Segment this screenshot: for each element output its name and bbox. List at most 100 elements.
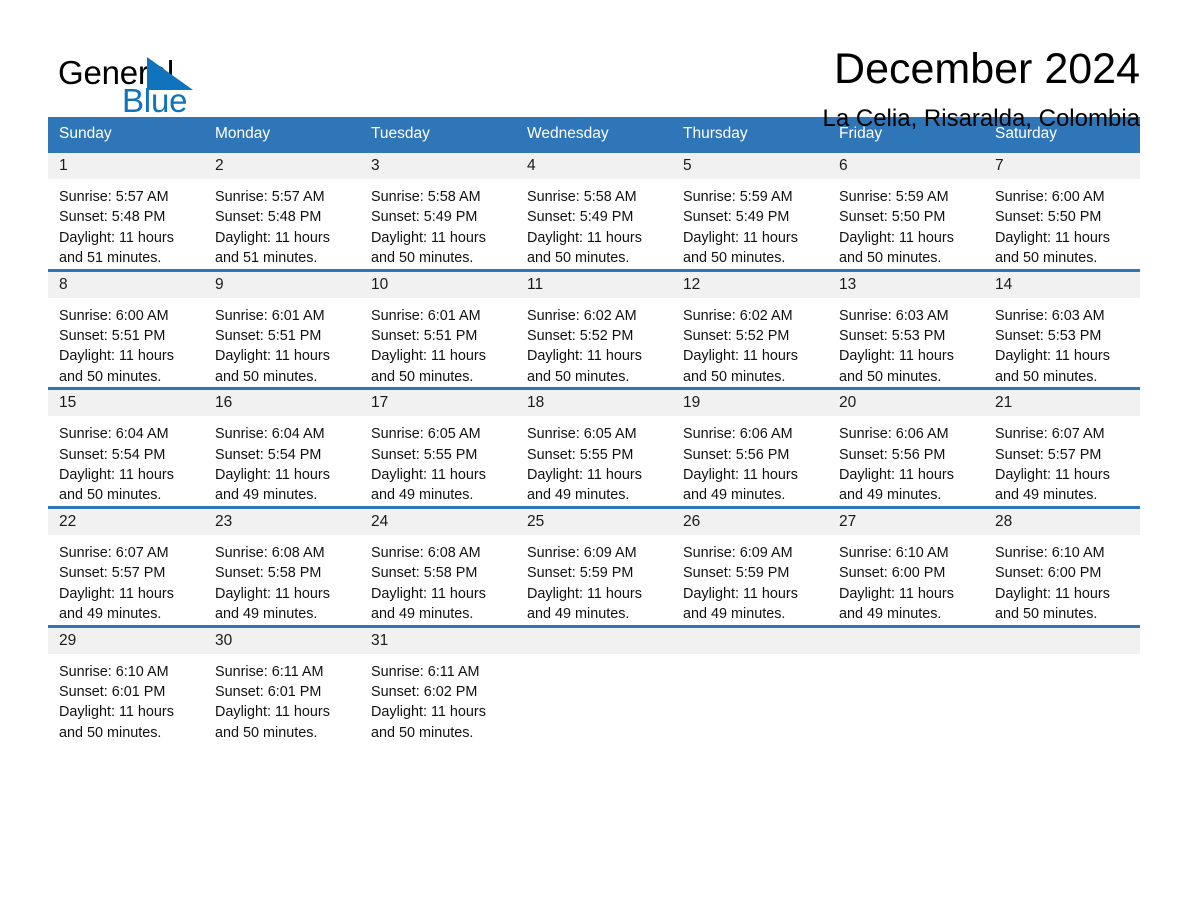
daylight-text-line1: Daylight: 11 hours bbox=[59, 348, 174, 365]
sunrise-text: Sunrise: 6:06 AM bbox=[839, 426, 949, 443]
week-row: 22 Sunrise: 6:07 AM Sunset: 5:57 PM Dayl… bbox=[48, 505, 1140, 625]
sunset-text: Sunset: 6:00 PM bbox=[995, 565, 1102, 582]
day-details: Sunrise: 6:10 AM Sunset: 6:00 PM Dayligh… bbox=[828, 535, 984, 625]
sunset-text: Sunset: 6:00 PM bbox=[839, 565, 946, 582]
daylight-text-line1: Daylight: 11 hours bbox=[683, 348, 798, 365]
day-details: Sunrise: 5:59 AM Sunset: 5:50 PM Dayligh… bbox=[828, 179, 984, 269]
day-cell[interactable]: 10 Sunrise: 6:01 AM Sunset: 5:51 PM Dayl… bbox=[360, 271, 516, 388]
weekday-header-saturday: Saturday bbox=[995, 125, 1058, 142]
day-cell[interactable]: 13 Sunrise: 6:03 AM Sunset: 5:53 PM Dayl… bbox=[828, 271, 984, 388]
sunset-text: Sunset: 5:55 PM bbox=[527, 446, 634, 463]
daylight-text-line2: and 50 minutes. bbox=[59, 487, 162, 504]
sunrise-text: Sunrise: 6:07 AM bbox=[995, 426, 1105, 443]
sunset-text: Sunset: 5:49 PM bbox=[683, 209, 790, 226]
day-number: 11 bbox=[516, 271, 672, 298]
day-cell[interactable]: 31 Sunrise: 6:11 AM Sunset: 6:02 PM Dayl… bbox=[360, 627, 516, 744]
daylight-text-line1: Daylight: 11 hours bbox=[527, 348, 642, 365]
day-cell[interactable]: 20 Sunrise: 6:06 AM Sunset: 5:56 PM Dayl… bbox=[828, 390, 984, 506]
sunrise-text: Sunrise: 6:04 AM bbox=[59, 426, 169, 443]
daylight-text-line2: and 50 minutes. bbox=[683, 368, 786, 385]
day-cell[interactable]: 12 Sunrise: 6:02 AM Sunset: 5:52 PM Dayl… bbox=[672, 271, 828, 388]
daylight-text-line2: and 50 minutes. bbox=[839, 250, 942, 267]
daylight-text-line1: Daylight: 11 hours bbox=[683, 467, 798, 484]
daylight-text-line1: Daylight: 11 hours bbox=[839, 348, 954, 365]
daylight-text-line2: and 49 minutes. bbox=[527, 487, 630, 504]
daylight-text-line2: and 50 minutes. bbox=[683, 250, 786, 267]
daylight-text-line1: Daylight: 11 hours bbox=[527, 467, 642, 484]
sunset-text: Sunset: 5:51 PM bbox=[215, 328, 322, 345]
day-cell[interactable]: 28 Sunrise: 6:10 AM Sunset: 6:00 PM Dayl… bbox=[984, 508, 1140, 625]
day-number: 2 bbox=[204, 153, 360, 179]
sunset-text: Sunset: 5:59 PM bbox=[683, 565, 790, 582]
daylight-text-line1: Daylight: 11 hours bbox=[527, 585, 642, 602]
day-cell[interactable]: 7 Sunrise: 6:00 AM Sunset: 5:50 PM Dayli… bbox=[984, 153, 1140, 269]
day-cell[interactable]: 11 Sunrise: 6:02 AM Sunset: 5:52 PM Dayl… bbox=[516, 271, 672, 388]
sunset-text: Sunset: 5:51 PM bbox=[59, 328, 166, 345]
day-number: 3 bbox=[360, 153, 516, 179]
day-cell[interactable]: 15 Sunrise: 6:04 AM Sunset: 5:54 PM Dayl… bbox=[48, 390, 204, 506]
day-number: 16 bbox=[204, 390, 360, 417]
day-cell[interactable]: 6 Sunrise: 5:59 AM Sunset: 5:50 PM Dayli… bbox=[828, 153, 984, 269]
day-cell[interactable]: 5 Sunrise: 5:59 AM Sunset: 5:49 PM Dayli… bbox=[672, 153, 828, 269]
sunset-text: Sunset: 5:52 PM bbox=[683, 328, 790, 345]
sunrise-text: Sunrise: 6:05 AM bbox=[527, 426, 637, 443]
day-number: 23 bbox=[204, 508, 360, 535]
daylight-text-line1: Daylight: 11 hours bbox=[527, 229, 642, 246]
daylight-text-line1: Daylight: 11 hours bbox=[995, 467, 1110, 484]
day-cell[interactable]: 2 Sunrise: 5:57 AM Sunset: 5:48 PM Dayli… bbox=[204, 153, 360, 269]
page-header: General Blue December 2024 La Celia, Ris… bbox=[0, 0, 1188, 132]
day-cell[interactable]: 21 Sunrise: 6:07 AM Sunset: 5:57 PM Dayl… bbox=[984, 390, 1140, 506]
day-cell[interactable]: 8 Sunrise: 6:00 AM Sunset: 5:51 PM Dayli… bbox=[48, 271, 204, 388]
day-cell[interactable]: 25 Sunrise: 6:09 AM Sunset: 5:59 PM Dayl… bbox=[516, 508, 672, 625]
day-cell[interactable]: 22 Sunrise: 6:07 AM Sunset: 5:57 PM Dayl… bbox=[48, 508, 204, 625]
day-cell[interactable]: 29 Sunrise: 6:10 AM Sunset: 6:01 PM Dayl… bbox=[48, 627, 204, 744]
day-cell[interactable]: 3 Sunrise: 5:58 AM Sunset: 5:49 PM Dayli… bbox=[360, 153, 516, 269]
daylight-text-line2: and 49 minutes. bbox=[371, 606, 474, 623]
day-number: 7 bbox=[984, 153, 1140, 179]
day-cell[interactable]: 9 Sunrise: 6:01 AM Sunset: 5:51 PM Dayli… bbox=[204, 271, 360, 388]
sunset-text: Sunset: 5:54 PM bbox=[59, 446, 166, 463]
day-details: Sunrise: 5:57 AM Sunset: 5:48 PM Dayligh… bbox=[204, 179, 360, 269]
day-cell[interactable]: 1 Sunrise: 5:57 AM Sunset: 5:48 PM Dayli… bbox=[48, 153, 204, 269]
daylight-text-line1: Daylight: 11 hours bbox=[995, 229, 1110, 246]
sunset-text: Sunset: 6:01 PM bbox=[215, 683, 322, 700]
day-number: 20 bbox=[828, 390, 984, 417]
day-cell[interactable]: 26 Sunrise: 6:09 AM Sunset: 5:59 PM Dayl… bbox=[672, 508, 828, 625]
sunset-text: Sunset: 5:56 PM bbox=[683, 446, 790, 463]
sunset-text: Sunset: 5:48 PM bbox=[59, 209, 166, 226]
day-cell[interactable]: 24 Sunrise: 6:08 AM Sunset: 5:58 PM Dayl… bbox=[360, 508, 516, 625]
day-cell[interactable]: 19 Sunrise: 6:06 AM Sunset: 5:56 PM Dayl… bbox=[672, 390, 828, 506]
day-details: Sunrise: 6:10 AM Sunset: 6:01 PM Dayligh… bbox=[48, 654, 204, 744]
day-cell[interactable]: 23 Sunrise: 6:08 AM Sunset: 5:58 PM Dayl… bbox=[204, 508, 360, 625]
daylight-text-line2: and 50 minutes. bbox=[59, 724, 162, 741]
sunrise-text: Sunrise: 6:02 AM bbox=[527, 307, 637, 324]
sunset-text: Sunset: 5:58 PM bbox=[371, 565, 478, 582]
sunrise-text: Sunrise: 6:00 AM bbox=[59, 307, 169, 324]
day-details: Sunrise: 6:06 AM Sunset: 5:56 PM Dayligh… bbox=[672, 416, 828, 506]
daylight-text-line1: Daylight: 11 hours bbox=[839, 229, 954, 246]
day-number: 18 bbox=[516, 390, 672, 417]
day-cell[interactable]: 27 Sunrise: 6:10 AM Sunset: 6:00 PM Dayl… bbox=[828, 508, 984, 625]
day-cell[interactable]: 30 Sunrise: 6:11 AM Sunset: 6:01 PM Dayl… bbox=[204, 627, 360, 744]
sunrise-text: Sunrise: 6:10 AM bbox=[995, 544, 1105, 561]
day-cell[interactable]: 14 Sunrise: 6:03 AM Sunset: 5:53 PM Dayl… bbox=[984, 271, 1140, 388]
day-number: 10 bbox=[360, 271, 516, 298]
day-details: Sunrise: 5:58 AM Sunset: 5:49 PM Dayligh… bbox=[360, 179, 516, 269]
daylight-text-line2: and 49 minutes. bbox=[839, 606, 942, 623]
day-number: 15 bbox=[48, 390, 204, 417]
daylight-text-line1: Daylight: 11 hours bbox=[59, 229, 174, 246]
day-details: Sunrise: 6:01 AM Sunset: 5:51 PM Dayligh… bbox=[204, 298, 360, 388]
day-cell[interactable]: 17 Sunrise: 6:05 AM Sunset: 5:55 PM Dayl… bbox=[360, 390, 516, 506]
day-cell[interactable]: 4 Sunrise: 5:58 AM Sunset: 5:49 PM Dayli… bbox=[516, 153, 672, 269]
sunset-text: Sunset: 5:53 PM bbox=[995, 328, 1102, 345]
day-number bbox=[516, 627, 672, 654]
daylight-text-line1: Daylight: 11 hours bbox=[59, 467, 174, 484]
day-cell-empty bbox=[828, 627, 984, 744]
sunrise-text: Sunrise: 6:02 AM bbox=[683, 307, 793, 324]
day-cell[interactable]: 18 Sunrise: 6:05 AM Sunset: 5:55 PM Dayl… bbox=[516, 390, 672, 506]
sunrise-text: Sunrise: 6:09 AM bbox=[527, 544, 637, 561]
daylight-text-line2: and 51 minutes. bbox=[215, 250, 318, 267]
day-number: 25 bbox=[516, 508, 672, 535]
daylight-text-line2: and 50 minutes. bbox=[215, 368, 318, 385]
day-cell[interactable]: 16 Sunrise: 6:04 AM Sunset: 5:54 PM Dayl… bbox=[204, 390, 360, 506]
